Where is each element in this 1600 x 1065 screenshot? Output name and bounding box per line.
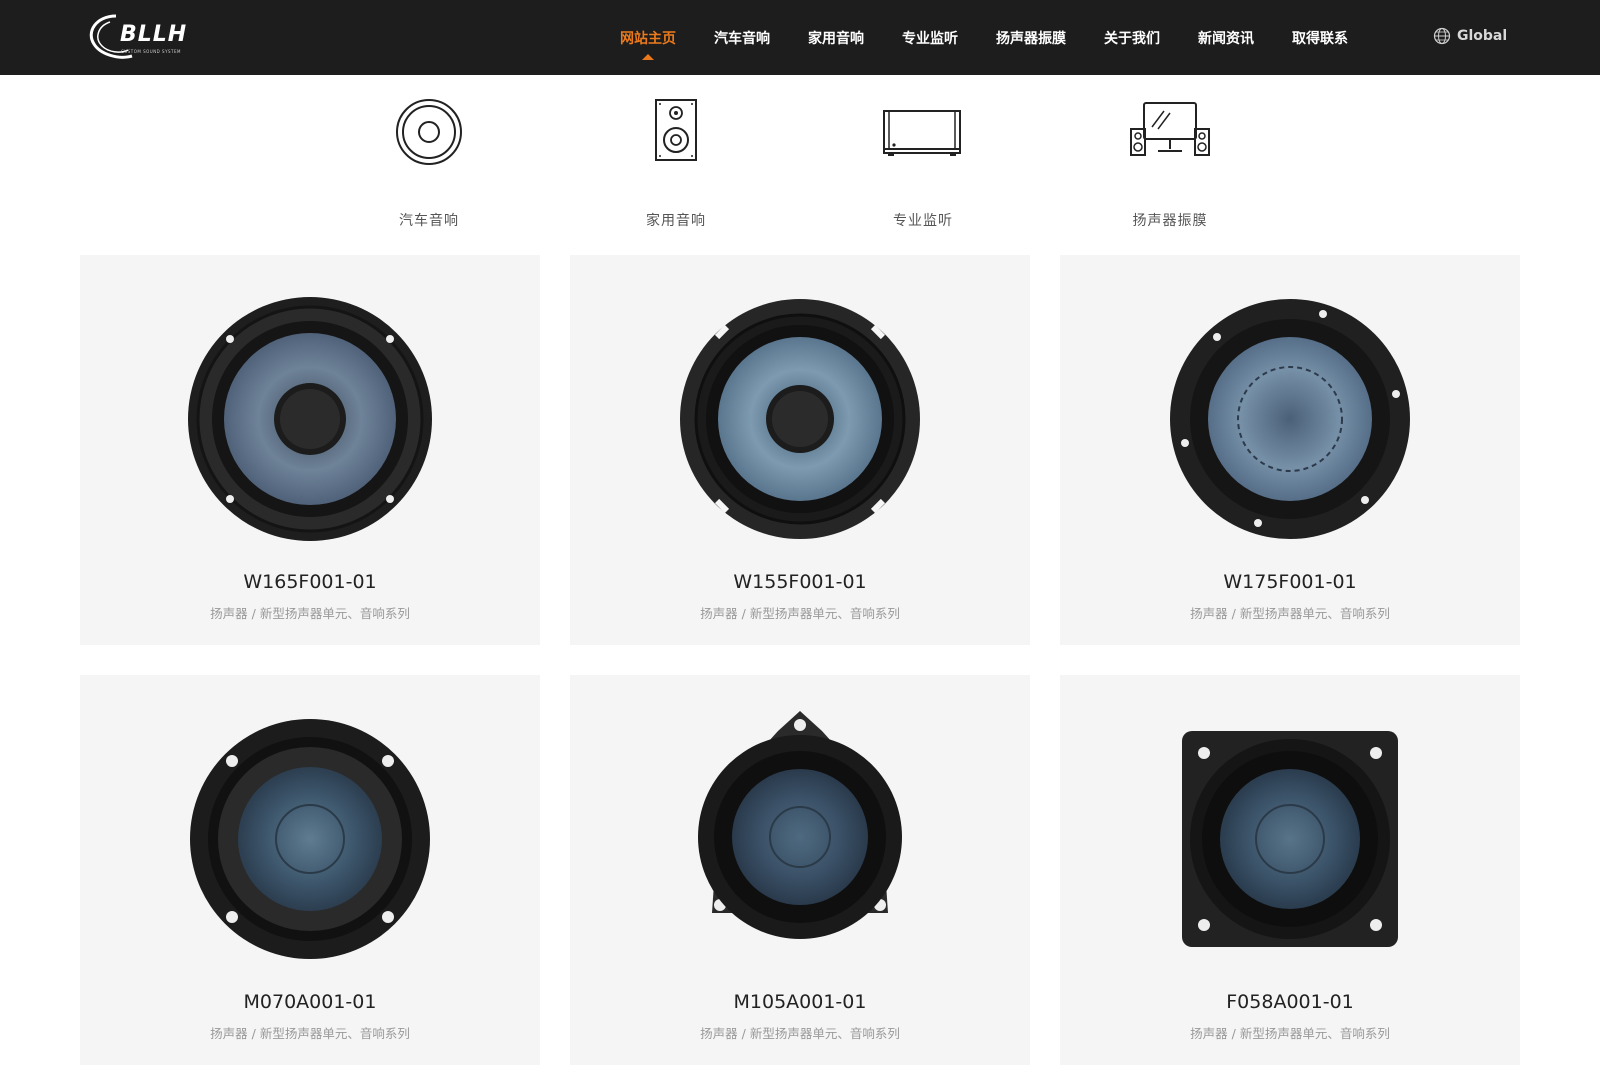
category-home-audio[interactable]: 家用音响 — [616, 97, 736, 229]
speaker-woofer-image — [1170, 299, 1410, 539]
category-label: 扬声器振膜 — [1132, 213, 1208, 229]
speaker-woofer-image — [188, 297, 432, 541]
brand-logo[interactable]: BLLH CUSTOM SOUND SYSTEM — [88, 12, 198, 62]
nav-item-home-audio[interactable]: 家用音响 — [808, 28, 864, 48]
nav-label: 家用音响 — [808, 30, 864, 47]
product-card[interactable]: M070A001-01 扬声器 / 新型扬声器单元、音响系列 — [80, 675, 540, 1065]
product-name: W165F001-01 — [243, 571, 377, 593]
category-row: 汽车音响 家用音响 专业监听 扬声器振膜 — [0, 75, 1600, 235]
logo-text: BLLH — [120, 22, 188, 47]
speaker-midrange-image — [698, 711, 902, 939]
product-card[interactable]: F058A001-01 扬声器 / 新型扬声器单元、音响系列 — [1060, 675, 1520, 1065]
active-caret-icon — [642, 53, 654, 60]
globe-icon — [1433, 27, 1451, 45]
language-label: Global — [1457, 28, 1508, 44]
product-name: M105A001-01 — [733, 991, 867, 1013]
speaker-woofer-image — [680, 299, 920, 539]
product-card[interactable]: W155F001-01 扬声器 / 新型扬声器单元、音响系列 — [570, 255, 1030, 645]
category-label: 家用音响 — [646, 213, 706, 229]
speaker-midrange-image — [190, 719, 430, 959]
nav-item-diaphragm[interactable]: 扬声器振膜 — [996, 28, 1066, 48]
product-category: 扬声器 / 新型扬声器单元、音响系列 — [1190, 606, 1390, 621]
product-name: M070A001-01 — [243, 991, 377, 1013]
product-category: 扬声器 / 新型扬声器单元、音响系列 — [210, 1026, 410, 1041]
amplifier-icon — [883, 110, 961, 156]
main-nav: 网站主页 汽车音响 家用音响 专业监听 扬声器振膜 关于我们 新闻资讯 取得联系 — [620, 0, 1386, 75]
nav-item-about[interactable]: 关于我们 — [1104, 28, 1160, 48]
nav-item-car-audio[interactable]: 汽车音响 — [714, 28, 770, 48]
product-category: 扬声器 / 新型扬声器单元、音响系列 — [210, 606, 410, 621]
logo-subtext: CUSTOM SOUND SYSTEM — [121, 49, 181, 54]
speaker-fullrange-image — [1182, 731, 1398, 947]
nav-label: 扬声器振膜 — [996, 30, 1066, 47]
category-diaphragm[interactable]: 扬声器振膜 — [1110, 97, 1230, 229]
product-category: 扬声器 / 新型扬声器单元、音响系列 — [700, 606, 900, 621]
product-card[interactable]: W175F001-01 扬声器 / 新型扬声器单元、音响系列 — [1060, 255, 1520, 645]
nav-item-news[interactable]: 新闻资讯 — [1198, 28, 1254, 48]
product-category: 扬声器 / 新型扬声器单元、音响系列 — [1190, 1026, 1390, 1041]
monitor-speakers-icon — [1130, 102, 1210, 156]
product-category: 扬声器 / 新型扬声器单元、音响系列 — [700, 1026, 900, 1041]
product-name: W155F001-01 — [733, 571, 867, 593]
nav-label: 关于我们 — [1104, 30, 1160, 47]
nav-item-contact[interactable]: 取得联系 — [1292, 28, 1348, 48]
category-pro-monitor[interactable]: 专业监听 — [863, 97, 983, 229]
speaker-cabinet-icon — [655, 99, 697, 161]
product-card[interactable]: W165F001-01 扬声器 / 新型扬声器单元、音响系列 — [80, 255, 540, 645]
category-car-audio[interactable]: 汽车音响 — [369, 97, 489, 229]
category-label: 汽车音响 — [399, 213, 459, 229]
nav-item-pro-monitor[interactable]: 专业监听 — [902, 28, 958, 48]
language-selector[interactable]: Global — [1433, 27, 1507, 45]
product-name: F058A001-01 — [1226, 991, 1354, 1013]
nav-label: 网站主页 — [620, 30, 676, 47]
nav-item-home[interactable]: 网站主页 — [620, 28, 676, 60]
speaker-driver-icon — [396, 99, 462, 165]
nav-label: 新闻资讯 — [1198, 30, 1254, 47]
nav-label: 专业监听 — [902, 30, 958, 47]
category-label: 专业监听 — [893, 213, 953, 229]
nav-label: 取得联系 — [1292, 30, 1348, 47]
product-card[interactable]: M105A001-01 扬声器 / 新型扬声器单元、音响系列 — [570, 675, 1030, 1065]
nav-label: 汽车音响 — [714, 30, 770, 47]
product-name: W175F001-01 — [1223, 571, 1357, 593]
site-header: BLLH CUSTOM SOUND SYSTEM 网站主页 汽车音响 家用音响 … — [0, 0, 1600, 75]
